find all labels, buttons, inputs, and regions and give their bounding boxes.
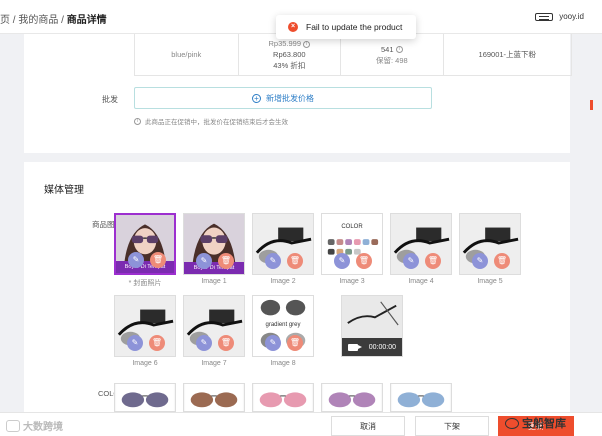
- error-toast: × Fail to update the product: [276, 15, 416, 39]
- image-caption: * 封面照片: [128, 280, 162, 287]
- media-section-title: 媒体管理: [44, 185, 84, 196]
- edit-image-icon[interactable]: ✎: [403, 253, 419, 269]
- pricing-card: blue/pink Rp35.999 i Rp63.800 43% 折扣 541…: [24, 34, 572, 153]
- price-discounted: Rp63.800: [273, 50, 306, 59]
- reserved-stock: 保留: 498: [375, 55, 408, 65]
- delete-image-icon[interactable]: 🗑: [494, 253, 510, 269]
- variation-cell: blue/pink: [135, 34, 239, 75]
- toast-message: Fail to update the product: [306, 22, 403, 32]
- product-image-thumbnail[interactable]: ✎ 🗑: [114, 295, 176, 357]
- product-image-thumbnail[interactable]: ✎ 🗑: [252, 213, 314, 275]
- sku-cell: 169001-上蓝下粉: [444, 34, 571, 75]
- product-image-thumbnail[interactable]: Boyer Di Tempat ✎ 🗑: [114, 213, 176, 275]
- delete-image-icon[interactable]: 🗑: [218, 335, 234, 351]
- account-menu[interactable]: yooy.id: [535, 12, 584, 21]
- delete-image-icon[interactable]: 🗑: [287, 253, 303, 269]
- variation-name: blue/pink: [171, 50, 202, 59]
- error-icon: ×: [288, 22, 298, 32]
- edit-image-icon[interactable]: ✎: [128, 252, 144, 268]
- color-variant-thumbnail[interactable]: [321, 383, 383, 412]
- product-video-thumbnail[interactable]: 00:00:00: [341, 295, 403, 357]
- watermark-right: 宝船智库: [505, 415, 566, 431]
- variation-table-row: blue/pink Rp35.999 i Rp63.800 43% 折扣 541…: [134, 34, 572, 76]
- delist-button[interactable]: 下架: [415, 416, 489, 436]
- info-icon[interactable]: i: [303, 40, 311, 48]
- edit-image-icon[interactable]: ✎: [472, 253, 488, 269]
- edit-image-icon[interactable]: ✎: [196, 335, 212, 351]
- color-thumb-label: COLOR: [341, 224, 363, 230]
- plus-circle-icon: +: [252, 93, 261, 103]
- info-icon: i: [134, 117, 141, 125]
- breadcrumb-home[interactable]: 页: [0, 15, 10, 26]
- watermark-logo-icon: [6, 419, 20, 432]
- shop-logo-icon: [535, 12, 554, 21]
- cancel-button[interactable]: 取消: [331, 416, 405, 436]
- video-bar: 00:00:00: [342, 338, 402, 356]
- add-wholesale-label: 新增批发价格: [266, 93, 314, 103]
- product-image-thumbnail[interactable]: ✎ 🗑: [390, 213, 452, 275]
- video-duration: 00:00:00: [368, 343, 396, 351]
- color-variant-thumbnail[interactable]: [114, 383, 176, 412]
- price-original: Rp35.999: [268, 39, 302, 48]
- delete-image-icon[interactable]: 🗑: [150, 252, 166, 268]
- color-variant-thumbnail[interactable]: [390, 383, 452, 412]
- stock-value: 541: [381, 44, 394, 54]
- breadcrumb: 页 / 我的商品 / 商品详情: [0, 11, 107, 26]
- sku-value: 169001-上蓝下粉: [478, 50, 537, 59]
- edit-image-icon[interactable]: ✎: [127, 335, 143, 351]
- media-card: 媒体管理 商品图片 Boyer Di Tempat ✎ 🗑 * 封面照片 Boyer D…: [24, 162, 570, 412]
- image-caption: Image 5: [477, 278, 503, 285]
- video-camera-icon: [348, 343, 362, 351]
- image-caption: Image 6: [132, 360, 158, 367]
- breadcrumb-current: 商品详情: [66, 15, 107, 26]
- product-image-thumbnail[interactable]: COLOR ✎ 🗑: [321, 213, 383, 275]
- image-caption: Image 4: [408, 278, 434, 285]
- edit-image-icon[interactable]: ✎: [265, 253, 281, 269]
- scroll-position-marker: [590, 100, 593, 110]
- color-variant-thumbnail[interactable]: [252, 383, 314, 412]
- edit-image-icon[interactable]: ✎: [265, 335, 281, 351]
- add-wholesale-price-button[interactable]: + 新增批发价格: [134, 87, 432, 109]
- discount-percent: 43% 折扣: [273, 61, 306, 70]
- product-image-thumbnail[interactable]: ✎ 🗑: [183, 295, 245, 357]
- image-caption: Image 8: [270, 360, 296, 367]
- delete-image-icon[interactable]: 🗑: [287, 335, 303, 351]
- stock-cell: 541 i 保留: 498: [341, 34, 444, 75]
- product-image-thumbnail[interactable]: Boyer Di Tempat ✎ 🗑: [183, 213, 245, 275]
- edit-image-icon[interactable]: ✎: [196, 253, 212, 269]
- price-cell: Rp35.999 i Rp63.800 43% 折扣: [239, 34, 342, 75]
- delete-image-icon[interactable]: 🗑: [218, 253, 234, 269]
- account-name: yooy.id: [559, 12, 584, 21]
- breadcrumb-separator: /: [58, 15, 67, 26]
- cover-banner: Boyer Di Tempat: [184, 262, 244, 274]
- wechat-icon: [505, 417, 519, 429]
- product-image-thumbnail[interactable]: gradient grey ✎ 🗑: [252, 295, 314, 357]
- image-caption: Image 2: [270, 278, 296, 285]
- info-icon[interactable]: i: [395, 46, 403, 54]
- color-variant-thumbnail[interactable]: [183, 383, 245, 412]
- image-caption: Image 7: [201, 360, 227, 367]
- breadcrumb-my-products[interactable]: 我的商品: [18, 15, 58, 26]
- product-image-thumbnail[interactable]: ✎ 🗑: [459, 213, 521, 275]
- image-caption: Image 3: [339, 278, 365, 285]
- edit-image-icon[interactable]: ✎: [334, 253, 350, 269]
- wholesale-note: i 此商品正在促销中，批发价在促销结束后才会生效: [134, 116, 288, 126]
- delete-image-icon[interactable]: 🗑: [356, 253, 372, 269]
- delete-image-icon[interactable]: 🗑: [149, 335, 165, 351]
- watermark-left: 大数跨境: [6, 418, 63, 433]
- delete-image-icon[interactable]: 🗑: [425, 253, 441, 269]
- gradient-thumb-label: gradient grey: [265, 322, 301, 328]
- wholesale-label: 批发: [102, 95, 118, 104]
- image-caption: Image 1: [201, 278, 227, 285]
